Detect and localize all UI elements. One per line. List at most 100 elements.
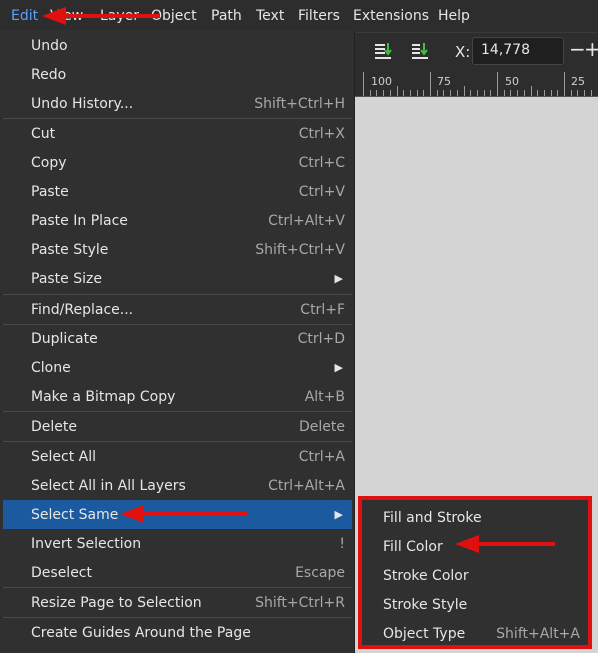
menu-item-label: Cut — [31, 125, 56, 142]
x-coordinate-input[interactable]: 14,778 — [472, 37, 564, 65]
menu-item-label: Select Same — [31, 506, 119, 523]
menu-item-cut[interactable]: Cut Ctrl+X — [3, 119, 352, 148]
ruler-tick — [443, 90, 445, 96]
ruler-tick — [450, 90, 452, 96]
ruler-tick — [564, 72, 565, 96]
ruler-tick — [584, 90, 586, 96]
menu-item-find-replace[interactable]: Find/Replace... Ctrl+F — [3, 295, 352, 324]
menu-item-invert-selection[interactable]: Invert Selection ! — [3, 529, 352, 558]
menu-item-label: Redo — [31, 66, 67, 83]
horizontal-ruler: 100 75 50 25 — [355, 71, 598, 97]
menu-item-shortcut: ! — [339, 535, 345, 552]
select-same-submenu: Fill and Stroke Fill Color Stroke Color … — [358, 496, 592, 649]
menu-object[interactable]: Object — [151, 8, 197, 24]
ruler-tick — [403, 90, 405, 96]
menu-item-undo-history[interactable]: Undo History... Shift+Ctrl+H — [3, 89, 352, 118]
x-label: X: — [455, 43, 471, 61]
menu-filters[interactable]: Filters — [298, 8, 340, 24]
ruler-tick — [483, 90, 485, 96]
menu-text[interactable]: Text — [256, 8, 284, 24]
menu-item-label: Copy — [31, 154, 67, 171]
increment-button[interactable]: + — [584, 39, 598, 59]
menu-item-shortcut: Ctrl+A — [298, 448, 345, 465]
submenu-item-label: Stroke Color — [383, 568, 469, 584]
ruler-label: 50 — [505, 75, 519, 88]
menu-item-shortcut: Ctrl+X — [298, 125, 345, 142]
menu-item-create-guides[interactable]: Create Guides Around the Page — [3, 618, 352, 647]
menu-item-select-same[interactable]: Select Same ▶ — [3, 500, 352, 529]
ruler-tick — [369, 90, 371, 96]
menu-item-label: Make a Bitmap Copy — [31, 388, 176, 405]
menu-item-paste-style[interactable]: Paste Style Shift+Ctrl+V — [3, 235, 352, 264]
menu-item-paste-in-place[interactable]: Paste In Place Ctrl+Alt+V — [3, 206, 352, 235]
menu-item-shortcut: Ctrl+D — [297, 330, 345, 347]
ruler-tick — [383, 90, 385, 96]
ruler-tick — [463, 86, 465, 96]
ruler-tick — [389, 90, 391, 96]
ruler-tick — [530, 86, 532, 96]
menu-item-shortcut: Shift+Ctrl+V — [255, 241, 345, 258]
ruler-tick — [430, 72, 431, 96]
menu-item-redo[interactable]: Redo — [3, 60, 352, 89]
edit-menu: Undo Redo Undo History... Shift+Ctrl+H C… — [0, 30, 355, 653]
submenu-item-label: Stroke Style — [383, 597, 468, 613]
ruler-tick — [456, 90, 458, 96]
menu-help[interactable]: Help — [438, 8, 470, 24]
submenu-item-label: Fill Color — [383, 539, 443, 555]
menu-item-label: Clone — [31, 359, 71, 376]
menu-item-shortcut: Shift+Ctrl+H — [254, 95, 345, 112]
menu-view[interactable]: View — [50, 8, 83, 24]
menu-path[interactable]: Path — [211, 8, 242, 24]
menu-item-label: Deselect — [31, 564, 92, 581]
menu-item-paste-size[interactable]: Paste Size ▶ — [3, 264, 352, 293]
menu-item-shortcut: Shift+Ctrl+R — [255, 594, 345, 611]
ruler-tick — [590, 90, 592, 96]
menu-item-delete[interactable]: Delete Delete — [3, 412, 352, 441]
ruler-tick — [557, 90, 559, 96]
ruler-tick — [416, 90, 418, 96]
menu-item-deselect[interactable]: Deselect Escape — [3, 558, 352, 587]
menu-item-make-bitmap-copy[interactable]: Make a Bitmap Copy Alt+B — [3, 382, 352, 411]
submenu-item-fill-color[interactable]: Fill Color — [362, 533, 588, 562]
menu-item-label: Invert Selection — [31, 535, 142, 552]
menu-item-duplicate[interactable]: Duplicate Ctrl+D — [3, 324, 352, 353]
align-down-icon[interactable] — [411, 41, 429, 61]
menu-item-undo[interactable]: Undo — [3, 31, 352, 60]
ruler-tick — [577, 90, 579, 96]
menu-item-label: Paste Style — [31, 241, 109, 258]
menu-item-select-all[interactable]: Select All Ctrl+A — [3, 442, 352, 471]
menu-extensions[interactable]: Extensions — [353, 8, 429, 24]
menu-item-copy[interactable]: Copy Ctrl+C — [3, 148, 352, 177]
ruler-tick — [490, 90, 492, 96]
menu-layer[interactable]: Layer — [100, 8, 139, 24]
submenu-arrow-icon: ▶ — [334, 361, 343, 374]
ruler-tick — [396, 86, 398, 96]
menu-item-paste[interactable]: Paste Ctrl+V — [3, 177, 352, 206]
submenu-item-stroke-color[interactable]: Stroke Color — [362, 562, 588, 591]
ruler-label: 25 — [571, 75, 585, 88]
ruler-tick — [423, 90, 425, 96]
ruler-tick — [409, 90, 411, 96]
ruler-tick — [436, 90, 438, 96]
menu-edit[interactable]: Edit — [11, 8, 38, 24]
menu-item-resize-page-to-selection[interactable]: Resize Page to Selection Shift+Ctrl+R — [3, 588, 352, 617]
submenu-item-fill-and-stroke[interactable]: Fill and Stroke — [362, 504, 588, 533]
submenu-item-object-type[interactable]: Object Type Shift+Alt+A — [362, 620, 588, 649]
ruler-tick — [476, 90, 478, 96]
menu-item-shortcut: Ctrl+Alt+A — [268, 477, 345, 494]
menu-item-clone[interactable]: Clone ▶ — [3, 353, 352, 382]
ruler-tick — [363, 72, 364, 96]
ruler-tick — [510, 90, 512, 96]
ruler-tick — [523, 90, 525, 96]
menu-item-label: Find/Replace... — [31, 301, 134, 318]
menu-item-label: Duplicate — [31, 330, 98, 347]
menu-item-label: Resize Page to Selection — [31, 594, 202, 611]
menu-item-label: Paste — [31, 183, 69, 200]
submenu-item-stroke-style[interactable]: Stroke Style — [362, 591, 588, 620]
tool-controls-bar: X: 14,778 − + — [355, 33, 598, 71]
submenu-arrow-icon: ▶ — [334, 272, 343, 285]
ruler-label: 100 — [371, 75, 392, 88]
menu-item-select-all-in-all-layers[interactable]: Select All in All Layers Ctrl+Alt+A — [3, 471, 352, 500]
align-bottom-icon[interactable] — [374, 41, 392, 61]
ruler-tick — [537, 90, 539, 96]
